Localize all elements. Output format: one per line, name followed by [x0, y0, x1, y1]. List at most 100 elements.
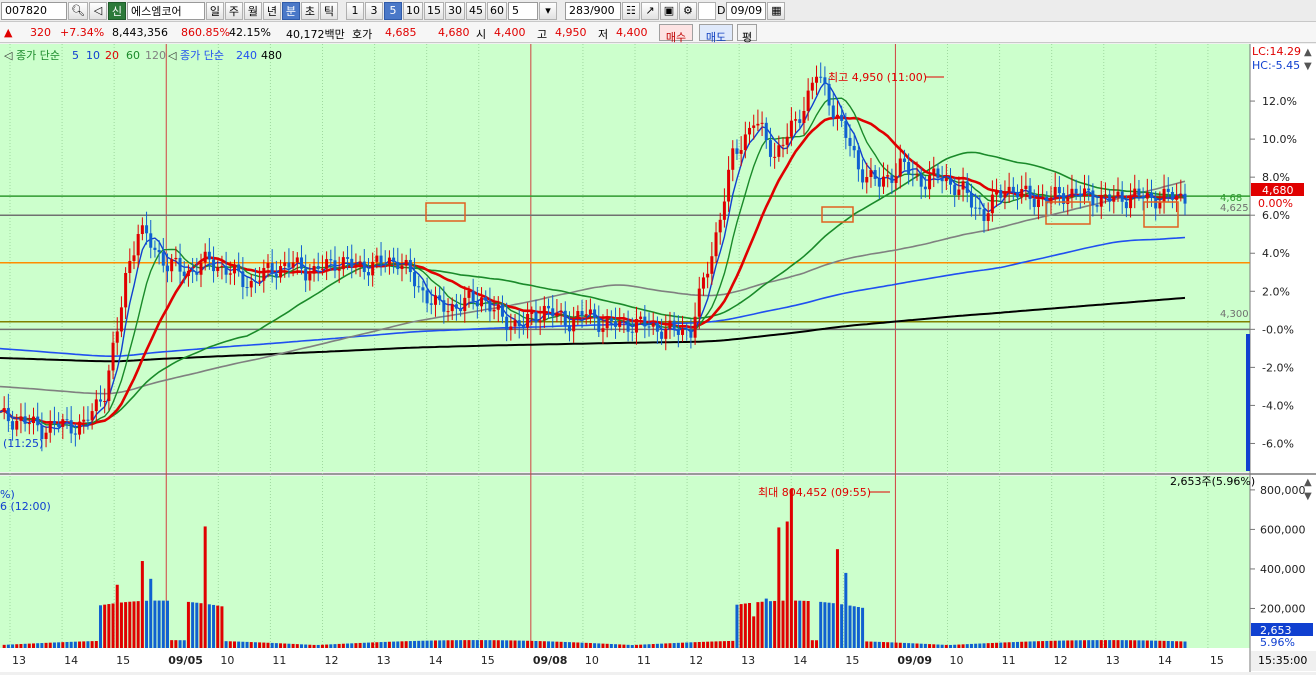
vol-scroll-down-icon[interactable]: ▼ [1304, 491, 1312, 502]
period-day[interactable]: 일 [205, 1, 224, 20]
volume-bar [1020, 641, 1024, 648]
volume-bar [609, 644, 613, 648]
x-tick-label: 15 [116, 654, 130, 667]
volume-bar [454, 640, 458, 648]
candle-body [928, 175, 932, 190]
x-tick-label: 14 [793, 654, 807, 667]
candle-body [643, 316, 647, 327]
legend-ma20[interactable]: 20 [105, 49, 119, 62]
volume-bar [810, 640, 814, 648]
volume-bar [433, 640, 437, 648]
candle-body [149, 233, 153, 248]
legend-ma240[interactable]: 240 [236, 49, 257, 62]
volume-bar [986, 643, 990, 648]
interval-3[interactable]: 3 [364, 1, 383, 20]
count-field[interactable]: 283/900 [564, 1, 621, 20]
period-second[interactable]: 초 [300, 1, 319, 20]
period-month[interactable]: 월 [243, 1, 262, 20]
interval-60[interactable]: 60 [486, 1, 507, 20]
max-volume-annotation: 최대 804,452 (09:55) [758, 486, 871, 499]
search-icon[interactable]: 🔍︎ [68, 1, 88, 20]
volume-bar [237, 641, 241, 648]
volume-bar [98, 605, 102, 648]
interval-5[interactable]: 5 [383, 1, 402, 20]
date-checkbox[interactable] [697, 1, 716, 20]
scroll-thumb[interactable] [1246, 334, 1250, 471]
y-tick-label: 4.0% [1262, 247, 1290, 260]
date-field[interactable]: 09/09 [726, 1, 767, 20]
candle-body [651, 322, 655, 327]
candle-body [1078, 193, 1082, 197]
candle-body [773, 156, 777, 158]
candle-body [978, 207, 982, 210]
interval-1[interactable]: 1 [345, 1, 364, 20]
candle-body [459, 308, 463, 312]
volume-bar [65, 641, 69, 648]
buy-button[interactable]: 매수 [659, 24, 693, 44]
period-week[interactable]: 주 [224, 1, 243, 20]
period-tick[interactable]: 틱 [319, 1, 338, 20]
speaker-icon[interactable]: ◁ [88, 1, 107, 20]
x-tick-label: 14 [1158, 654, 1172, 667]
legend-ma120[interactable]: 120 [145, 49, 166, 62]
sell-button[interactable]: 매도 [699, 24, 733, 44]
volume-bar [413, 640, 417, 648]
vol-scroll-up-icon[interactable]: ▲ [1304, 477, 1312, 488]
period-year[interactable]: 년 [262, 1, 281, 20]
interval-15[interactable]: 15 [423, 1, 444, 20]
candle-body [593, 309, 597, 319]
period-minute[interactable]: 분 [281, 1, 300, 20]
grid-icon[interactable]: ☷ [621, 1, 640, 20]
gear-icon[interactable]: ⚙ [678, 1, 697, 20]
candle-body [140, 225, 144, 234]
eval-button[interactable]: 평 [737, 24, 757, 44]
stock-chart[interactable]: 12.0% 10.0% 8.0% 6.0% 4.0% 2.0% -0.0% -2.0% -4.0… [0, 44, 1316, 672]
volume-bar [806, 601, 810, 648]
chevron-down-icon[interactable]: ▾ [538, 1, 557, 20]
volume-bar [379, 642, 383, 648]
candle-body [417, 286, 421, 288]
interval-select[interactable]: 5 [507, 1, 538, 20]
interval-30[interactable]: 30 [444, 1, 465, 20]
legend-ma480[interactable]: 480 [261, 49, 282, 62]
legend-ma10[interactable]: 10 [86, 49, 100, 62]
volume-bar [697, 641, 701, 648]
candle-body [23, 416, 27, 424]
save-icon[interactable]: ▣ [659, 1, 678, 20]
volume-bar [835, 549, 839, 648]
volume-bar [731, 640, 735, 648]
stock-name-field[interactable]: 에스엠코어 [126, 1, 205, 20]
scroll-down-icon[interactable]: ▼ [1304, 61, 1312, 72]
candle-body [835, 114, 839, 119]
candle-body [1162, 188, 1166, 202]
candle-body [655, 322, 659, 332]
volume-bar [40, 643, 44, 648]
candle-body [241, 271, 245, 288]
scroll-up-icon[interactable]: ▲ [1304, 47, 1312, 58]
candle-body [396, 262, 400, 270]
candle-body [743, 134, 747, 151]
interval-60-label: 60 [489, 4, 504, 17]
stock-code-input[interactable]: 007820 [1, 1, 67, 20]
legend-ma5[interactable]: 5 [72, 49, 79, 62]
legend-ma60[interactable]: 60 [126, 49, 140, 62]
candle-body [404, 259, 408, 266]
volume-bar [350, 643, 354, 648]
candle-body [701, 277, 705, 289]
candle-body [961, 181, 965, 190]
volume-bar [869, 641, 873, 648]
candle-body [756, 123, 760, 126]
interval-10[interactable]: 10 [402, 1, 423, 20]
candle-body [739, 150, 743, 154]
calendar-icon[interactable]: ▦ [767, 1, 786, 20]
volume-bar [1091, 640, 1095, 648]
volume-bar [651, 644, 655, 648]
volume-bar [471, 640, 475, 648]
candle-body [44, 432, 48, 439]
candle-body [936, 168, 940, 178]
volume-bar [660, 643, 664, 648]
volume-bar [794, 600, 798, 648]
volume-bar [48, 642, 52, 648]
interval-45[interactable]: 45 [465, 1, 486, 20]
trend-icon[interactable]: ↗ [640, 1, 659, 20]
